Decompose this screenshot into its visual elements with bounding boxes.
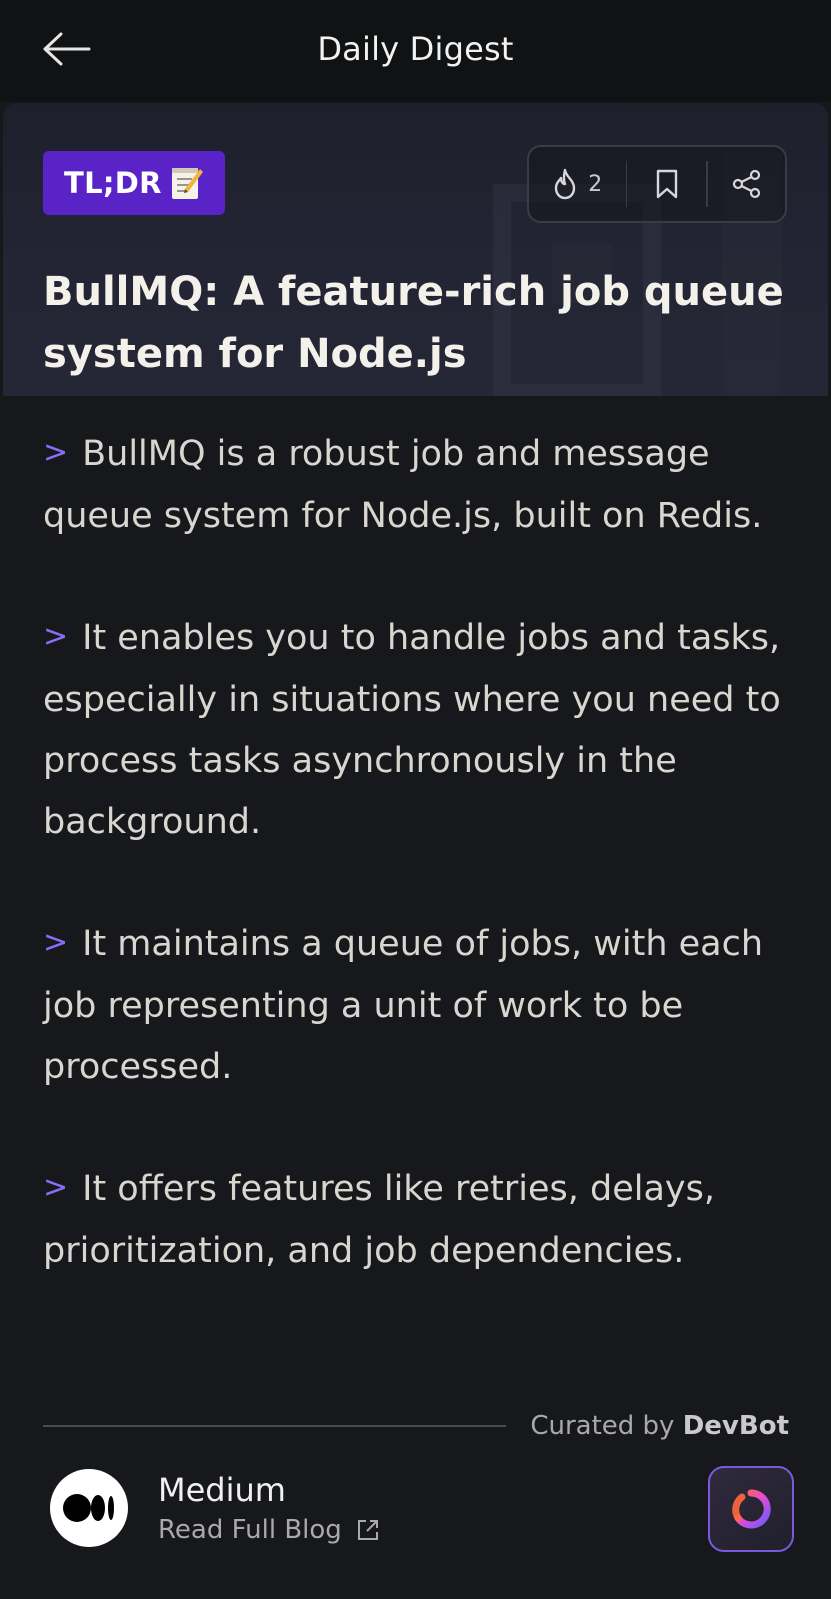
upvote-count: 2 bbox=[588, 171, 603, 197]
chevron-right-icon: > bbox=[43, 925, 69, 960]
page-title: Daily Digest bbox=[317, 30, 514, 68]
article-actions: 2 bbox=[527, 145, 787, 223]
bookmark-icon bbox=[656, 169, 678, 199]
arrow-left-icon bbox=[43, 32, 91, 66]
curated-prefix: Curated by bbox=[530, 1411, 675, 1441]
share-button[interactable] bbox=[708, 147, 785, 221]
bookmark-button[interactable] bbox=[627, 147, 706, 221]
read-full-blog-link[interactable]: Read Full Blog bbox=[158, 1515, 380, 1545]
medium-logo-icon bbox=[63, 1494, 114, 1522]
chevron-right-icon: > bbox=[43, 619, 69, 654]
source-name: Medium bbox=[158, 1471, 286, 1509]
source-row: Medium Read Full Blog bbox=[50, 1468, 810, 1548]
read-full-blog-label: Read Full Blog bbox=[158, 1515, 342, 1545]
upvote-button[interactable]: 2 bbox=[529, 147, 626, 221]
tldr-badge: TL;DR bbox=[43, 151, 225, 215]
chevron-right-icon: > bbox=[43, 435, 69, 470]
summary-item: > It enables you to handle jobs and tasks… bbox=[43, 608, 803, 853]
share-icon bbox=[732, 169, 760, 199]
article-title: BullMQ: A feature-rich job queue system … bbox=[43, 269, 784, 377]
curator-name: DevBot bbox=[682, 1411, 789, 1441]
summary-text: It maintains a queue of jobs, with each … bbox=[43, 924, 764, 1087]
source-info: Medium Read Full Blog bbox=[158, 1471, 380, 1545]
memo-icon bbox=[171, 168, 203, 199]
summary-text: It offers features like retries, delays,… bbox=[43, 1169, 715, 1271]
tldr-summary: > BullMQ is a robust job and message queu… bbox=[43, 424, 803, 1343]
app-logo-icon bbox=[732, 1489, 771, 1529]
summary-item: > It offers features like retries, delays… bbox=[43, 1159, 803, 1282]
back-button[interactable] bbox=[30, 20, 102, 78]
footer-divider bbox=[43, 1425, 507, 1427]
summary-item: > BullMQ is a robust job and message queu… bbox=[43, 424, 803, 547]
assistant-fab-button[interactable] bbox=[708, 1466, 794, 1552]
tldr-label: TL;DR bbox=[64, 166, 162, 200]
curated-row: Curated by DevBot bbox=[43, 1406, 789, 1446]
article-hero: TL;DR 2 BullMQ: A feature-rich job queue… bbox=[3, 103, 828, 396]
summary-text: It enables you to handle jobs and tasks,… bbox=[43, 618, 781, 842]
app-root: Daily Digest TL;DR 2 BullMQ: A feature-r… bbox=[0, 0, 831, 1599]
header: Daily Digest bbox=[0, 0, 831, 102]
external-link-icon bbox=[357, 1520, 378, 1540]
flame-icon bbox=[555, 168, 576, 200]
source-avatar[interactable] bbox=[50, 1469, 128, 1547]
curated-text: Curated by DevBot bbox=[530, 1411, 789, 1441]
summary-item: > It maintains a queue of jobs, with each… bbox=[43, 914, 803, 1098]
chevron-right-icon: > bbox=[43, 1170, 69, 1205]
summary-text: BullMQ is a robust job and message queue… bbox=[43, 434, 763, 536]
